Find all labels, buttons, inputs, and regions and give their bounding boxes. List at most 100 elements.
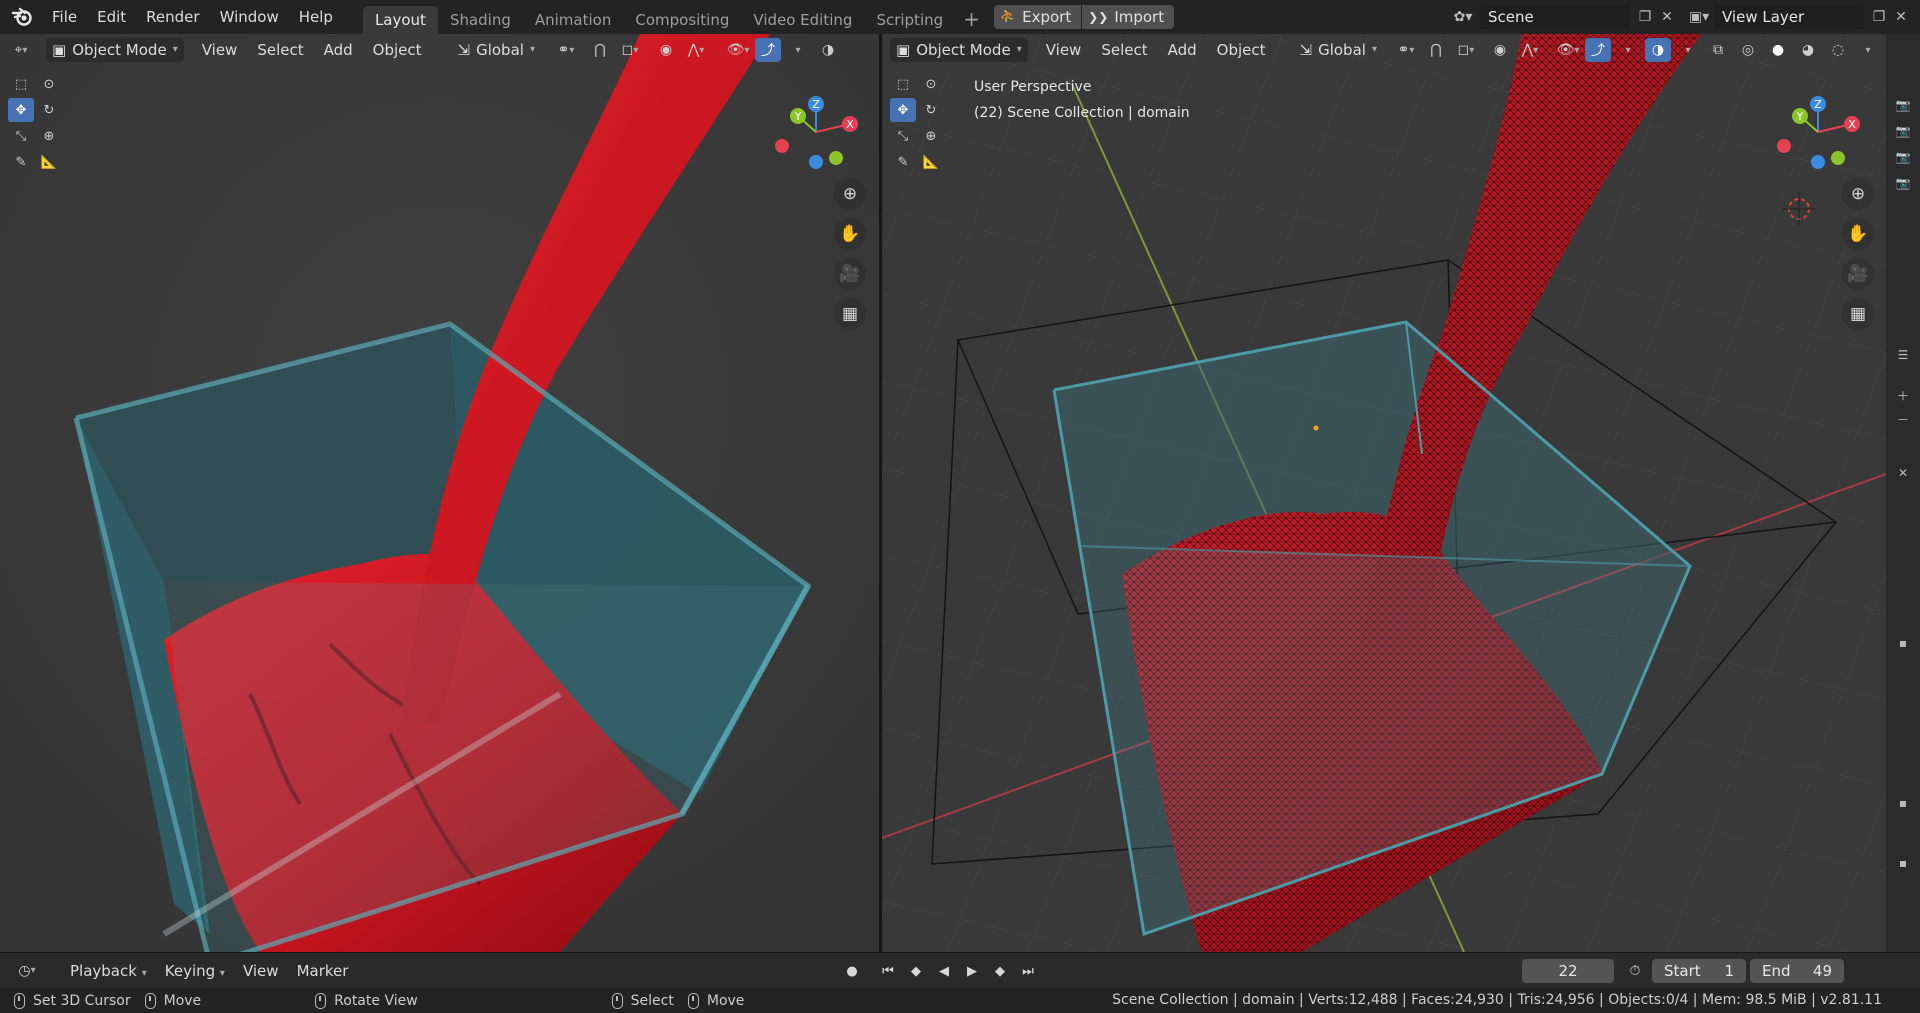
snap-target-icon[interactable]: ◻ ▾ [1453, 38, 1479, 62]
tab-shading[interactable]: Shading [438, 6, 523, 34]
remove-icon[interactable]: － [1894, 410, 1912, 428]
scale-icon[interactable]: ⤡ [890, 124, 916, 148]
pivot-icon[interactable]: ⚭ ▾ [553, 38, 579, 62]
view-layer-properties-icon[interactable]: 📷 [1894, 148, 1912, 166]
rendered-shading-icon[interactable]: ◌ [1825, 38, 1851, 62]
viewport-left[interactable]: ⌖ ▾ ▣ Object Mode ▾ View Select Add Objec… [0, 34, 879, 952]
falloff-icon[interactable]: ⋀ ▾ [683, 38, 709, 62]
cursor-icon[interactable]: ⊙ [36, 72, 62, 96]
checkbox-icon[interactable]: ▪ [1894, 854, 1912, 872]
gizmo-toggle-icon[interactable]: ⤴ [1584, 38, 1611, 62]
snap-icon[interactable]: ⋂ [1423, 38, 1449, 62]
tab-compositing[interactable]: Compositing [623, 6, 741, 34]
transform-icon[interactable]: ⊕ [36, 124, 62, 148]
scene-properties-icon[interactable]: 📷 [1894, 174, 1912, 192]
measure-icon[interactable]: 📐 [918, 150, 944, 174]
gizmo-dropdown-icon[interactable]: ▾ [1615, 38, 1641, 62]
scene-name-field[interactable]: Scene [1480, 5, 1630, 29]
select-box-icon[interactable]: ⬚ [890, 72, 916, 96]
menu-keying[interactable]: Keying ▾ [157, 959, 233, 983]
tab-layout[interactable]: Layout [362, 6, 438, 34]
zoom-icon[interactable]: ⊕ [1842, 178, 1874, 210]
gizmo-toggle-icon[interactable]: ⤴ [754, 38, 781, 62]
menu-playback[interactable]: Playback ▾ [62, 959, 155, 983]
object-mode-dropdown[interactable]: ▣ Object Mode ▾ [890, 38, 1028, 62]
menu-select[interactable]: Select [249, 38, 311, 62]
cursor-icon[interactable]: ⊙ [918, 72, 944, 96]
close-scene-icon[interactable]: ✕ [1656, 6, 1678, 28]
visibility-icon[interactable]: 👁 ▾ [1555, 38, 1581, 62]
move-icon[interactable]: ✥ [890, 98, 916, 122]
checkbox-icon[interactable]: ▪ [1894, 634, 1912, 652]
navigation-gizmo-left[interactable]: Z X Y [770, 84, 870, 184]
menu-add[interactable]: Add [1160, 38, 1205, 62]
orientation-dropdown[interactable]: ⇲ Global ▾ [1294, 38, 1383, 62]
view-layer-field[interactable]: View Layer [1714, 5, 1864, 29]
camera-icon[interactable]: 🎥 [1842, 258, 1874, 290]
start-frame-field[interactable]: Start 1 [1652, 959, 1746, 983]
output-properties-icon[interactable]: 📷 [1894, 122, 1912, 140]
editor-type-icon[interactable]: ⌖ ▾ [8, 38, 34, 62]
visibility-icon[interactable]: 👁 ▾ [725, 38, 751, 62]
menu-object[interactable]: Object [365, 38, 430, 62]
add-icon[interactable]: ＋ [1894, 386, 1912, 404]
menu-object[interactable]: Object [1209, 38, 1274, 62]
viewport-right[interactable]: ▣ Object Mode ▾ View Select Add Object ⇲… [882, 34, 1886, 952]
tab-scripting[interactable]: Scripting [864, 6, 955, 34]
close-view-layer-icon[interactable]: ✕ [1890, 6, 1912, 28]
xray-icon[interactable]: ⧉ [1705, 38, 1731, 62]
transform-icon[interactable]: ⊕ [918, 124, 944, 148]
snap-icon[interactable]: ⋂ [587, 38, 613, 62]
proportional-edit-icon[interactable]: ◉ [1487, 38, 1513, 62]
menu-select[interactable]: Select [1093, 38, 1155, 62]
end-frame-field[interactable]: End 49 [1750, 959, 1844, 983]
menu-help[interactable]: Help [289, 3, 343, 31]
select-box-icon[interactable]: ⬚ [8, 72, 34, 96]
render-properties-icon[interactable]: 📷 [1894, 96, 1912, 114]
rotate-icon[interactable]: ↻ [36, 98, 62, 122]
shading-dropdown-icon[interactable]: ▾ [1855, 38, 1881, 62]
material-shading-icon[interactable]: ◕ [1795, 38, 1821, 62]
properties-menu-icon[interactable]: ☰ [1894, 346, 1912, 364]
clock-editor-icon[interactable]: ◷ ▾ [14, 959, 40, 983]
wireframe-shading-icon[interactable]: ◎ [1735, 38, 1761, 62]
add-workspace-icon[interactable]: + [955, 7, 988, 31]
stopwatch-icon[interactable]: ⏱ [1622, 959, 1648, 983]
orientation-dropdown[interactable]: ⇲ Global ▾ [452, 38, 541, 62]
menu-window[interactable]: Window [210, 3, 289, 31]
blender-logo-icon[interactable] [8, 3, 36, 31]
pan-hand-icon[interactable]: ✋ [834, 218, 866, 250]
proportional-edit-icon[interactable]: ◉ [653, 38, 679, 62]
play-icon[interactable]: ▶ [960, 959, 984, 983]
view-layer-icon[interactable]: ▣▾ [1688, 6, 1710, 28]
overlay-dropdown-icon[interactable]: ▾ [1675, 38, 1701, 62]
snap-target-icon[interactable]: ◻ ▾ [617, 38, 643, 62]
overlay-icon[interactable]: ◑ [815, 38, 841, 62]
menu-add[interactable]: Add [316, 38, 361, 62]
close-icon[interactable]: ✕ [1894, 464, 1912, 482]
measure-icon[interactable]: 📐 [36, 150, 62, 174]
pan-hand-icon[interactable]: ✋ [1842, 218, 1874, 250]
import-button[interactable]: ❯❯ Import [1082, 5, 1175, 29]
tab-animation[interactable]: Animation [523, 6, 623, 34]
export-button[interactable]: ⛹ Export [993, 5, 1082, 29]
rotate-icon[interactable]: ↻ [918, 98, 944, 122]
menu-view-timeline[interactable]: View [235, 959, 287, 983]
new-scene-icon[interactable]: ❐ [1634, 6, 1656, 28]
next-keyframe-icon[interactable]: ◆ [988, 959, 1012, 983]
zoom-icon[interactable]: ⊕ [834, 178, 866, 210]
pivot-icon[interactable]: ⚭ ▾ [1393, 38, 1419, 62]
navigation-gizmo-right[interactable]: Z X Y [1772, 84, 1872, 184]
menu-view[interactable]: View [1038, 38, 1090, 62]
grid-perspective-icon[interactable]: ▦ [834, 298, 866, 330]
scene-type-icon[interactable]: ✿▾ [1452, 6, 1474, 28]
camera-icon[interactable]: 🎥 [834, 258, 866, 290]
move-icon[interactable]: ✥ [8, 98, 34, 122]
falloff-icon[interactable]: ⋀ ▾ [1517, 38, 1543, 62]
scale-icon[interactable]: ⤡ [8, 124, 34, 148]
new-view-layer-icon[interactable]: ❐ [1868, 6, 1890, 28]
menu-edit[interactable]: Edit [87, 3, 136, 31]
grid-perspective-icon[interactable]: ▦ [1842, 298, 1874, 330]
current-frame-field[interactable]: 22 [1522, 959, 1614, 983]
jump-start-icon[interactable]: ⏮ [876, 959, 900, 983]
